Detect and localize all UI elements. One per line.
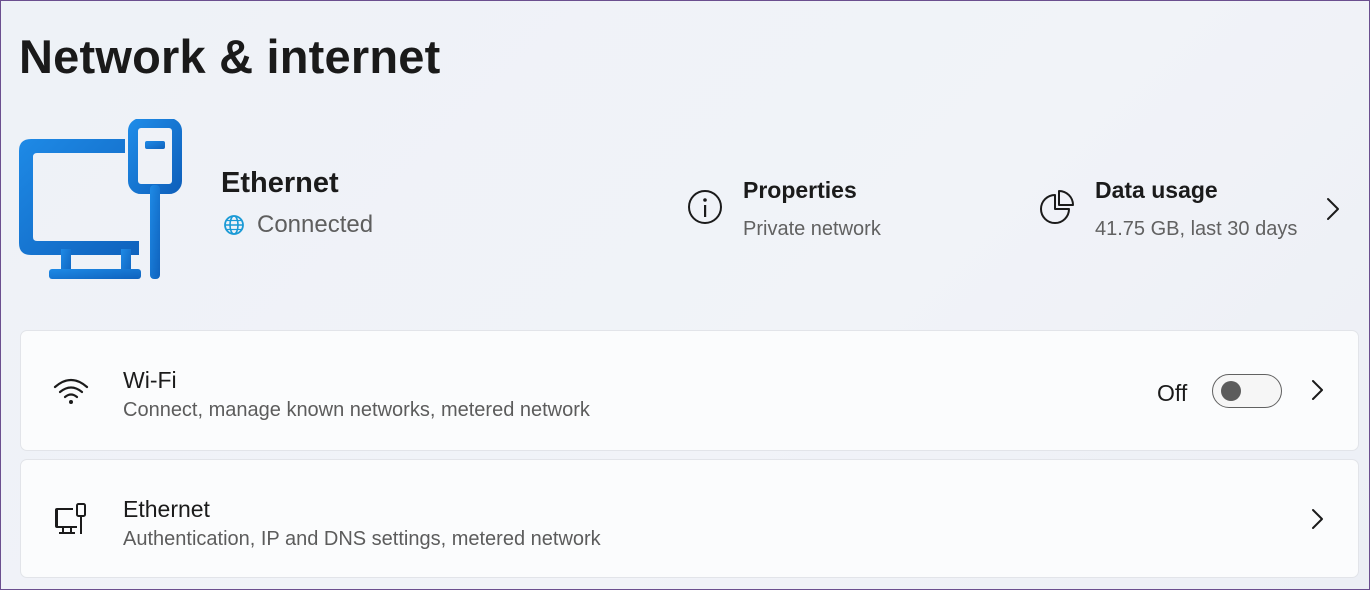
page-title: Network & internet [19,30,441,83]
properties-title: Properties [743,177,857,203]
toggle-knob [1221,381,1241,401]
ethernet-settings-card[interactable]: Ethernet Authentication, IP and DNS sett… [20,459,1359,578]
connection-summary: Ethernet Connected Properties Private ne… [1,111,1370,301]
properties-link[interactable]: Properties Private network [685,169,881,241]
globe-icon [224,215,244,235]
connection-name: Ethernet [221,167,339,199]
connection-status: Connected [223,211,373,239]
wifi-toggle-label: Off [1157,380,1188,406]
wifi-toggle[interactable] [1212,374,1282,408]
ethernet-title: Ethernet [123,496,210,522]
chevron-right-icon[interactable] [1309,377,1327,403]
chevron-right-icon[interactable] [1309,506,1327,532]
pie-chart-icon [1040,190,1074,224]
properties-subtitle: Private network [743,218,881,240]
chevron-right-icon[interactable] [1323,195,1343,223]
ethernet-monitor-icon [19,119,182,279]
wifi-icon [53,378,89,404]
data-usage-link[interactable]: Data usage 41.75 GB, last 30 days [1037,169,1297,241]
data-usage-title: Data usage [1095,177,1218,203]
connection-status-text: Connected [257,211,374,238]
ethernet-subtitle: Authentication, IP and DNS settings, met… [123,528,601,550]
wifi-subtitle: Connect, manage known networks, metered … [123,399,590,421]
info-icon [688,190,722,224]
data-usage-subtitle: 41.75 GB, last 30 days [1095,218,1298,240]
wifi-settings-card[interactable]: Wi-Fi Connect, manage known networks, me… [20,330,1359,451]
ethernet-icon [55,503,86,534]
wifi-title: Wi-Fi [123,367,177,393]
